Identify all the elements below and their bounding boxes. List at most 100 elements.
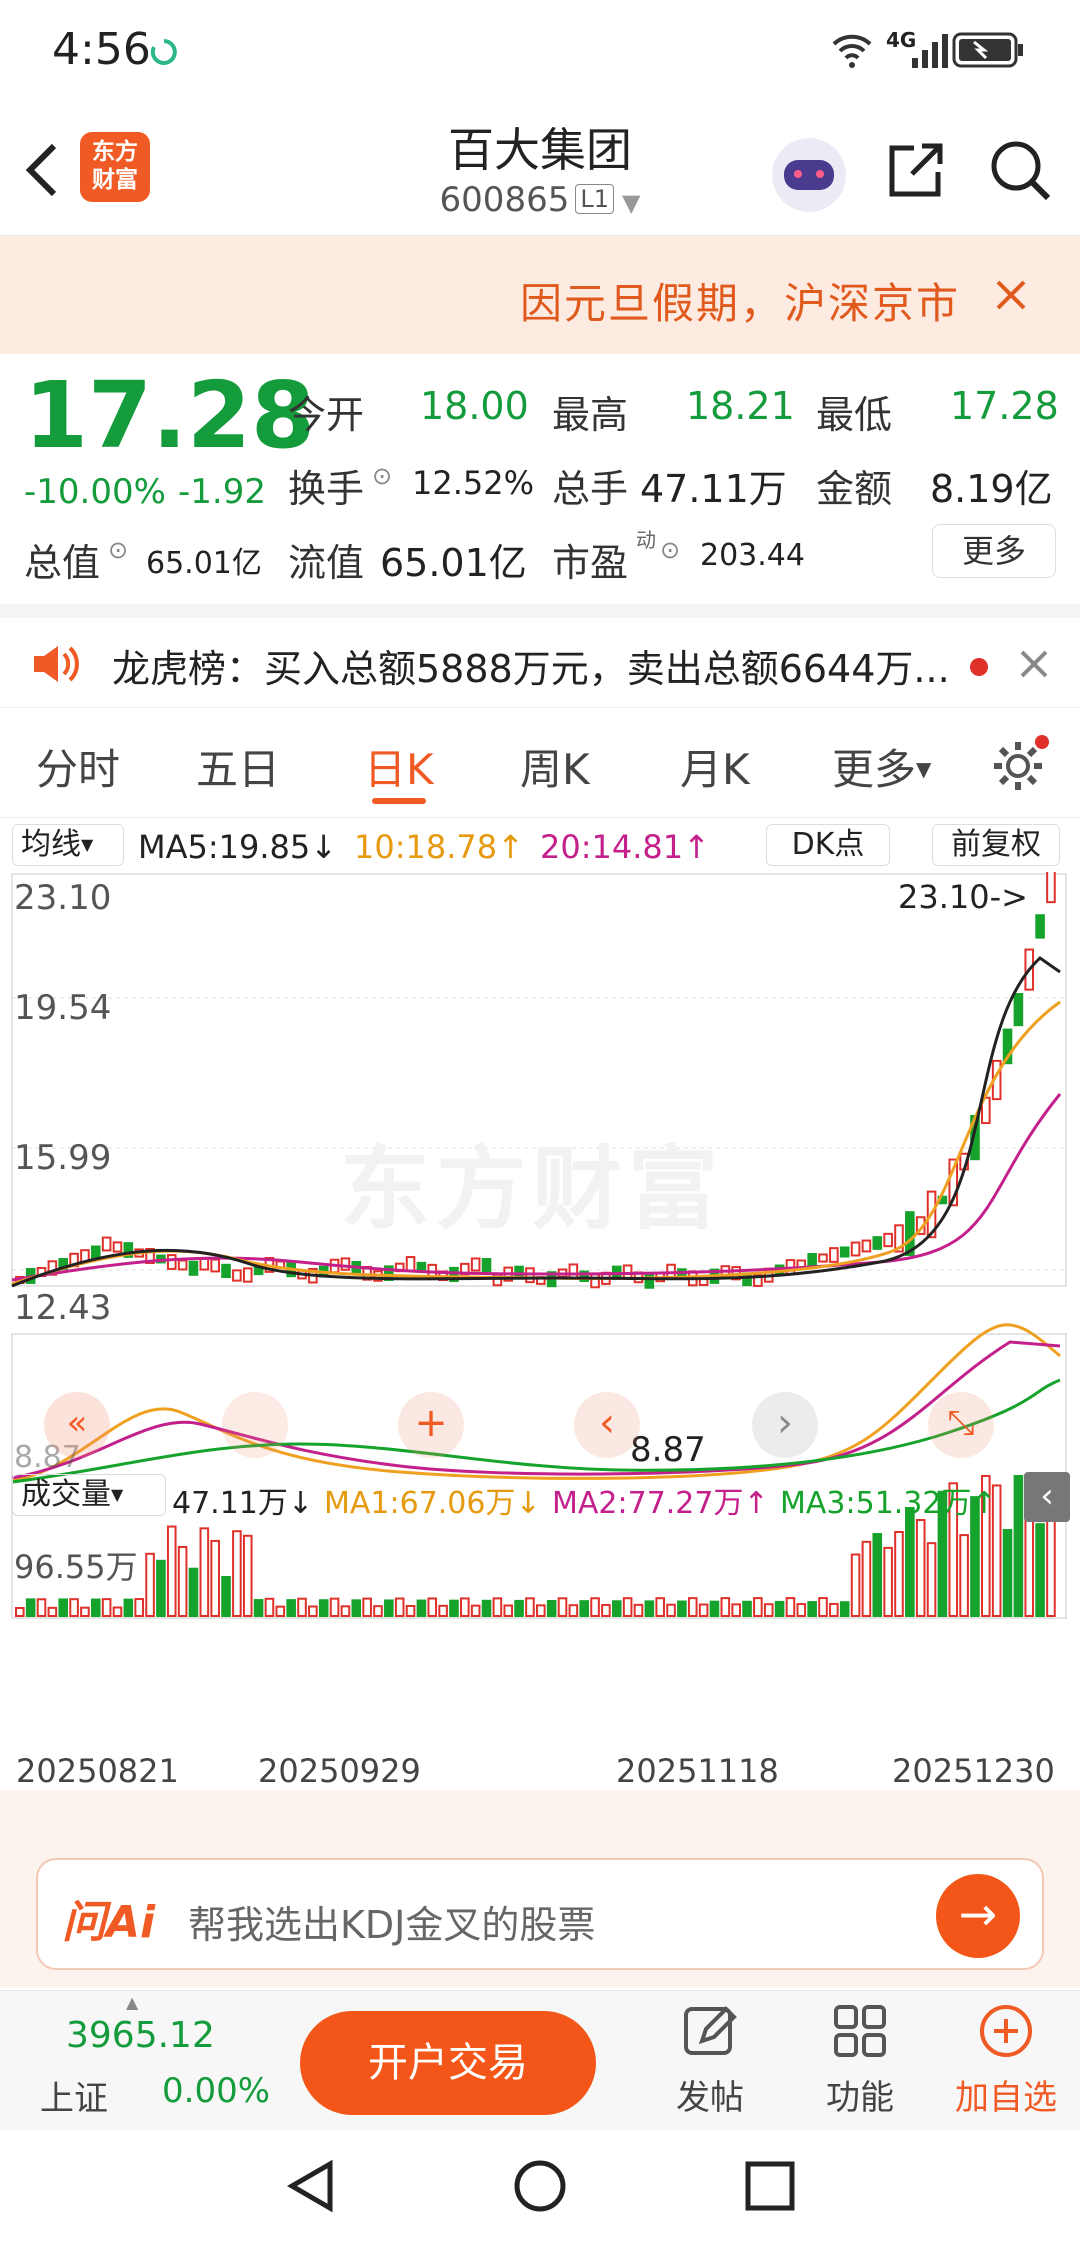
ai-submit-arrow-icon[interactable]: →: [936, 1874, 1020, 1958]
volume-bar: [536, 1604, 546, 1617]
adjust-button[interactable]: 前复权: [932, 824, 1060, 866]
turnover-label: 换手: [288, 467, 365, 511]
date-axis-label: 20251230: [892, 1752, 1055, 1790]
turnover-value: 12.52%: [412, 464, 535, 502]
candle: [210, 1258, 220, 1273]
close-icon[interactable]: [1018, 648, 1050, 680]
holiday-notice-banner[interactable]: 因元旦假期，沪深京市场: [0, 236, 1080, 354]
index-value[interactable]: 3965.12: [66, 2015, 215, 2056]
volume-bar: [579, 1600, 590, 1618]
wifi-icon: [832, 34, 872, 68]
volume-bar: [959, 1534, 969, 1617]
candle: [622, 1264, 633, 1279]
tab-more[interactable]: 更多▼: [832, 736, 931, 797]
volume-bar: [25, 1598, 36, 1618]
volume-bar: [188, 1567, 199, 1618]
function-button[interactable]: 功能: [790, 2001, 930, 2119]
expand-up-icon[interactable]: ▲: [126, 1993, 138, 2012]
post-button[interactable]: 发帖: [640, 2001, 780, 2119]
stock-header: 东方 财富 百大集团 600865 L1 ▼: [0, 100, 1080, 236]
info-icon[interactable]: ⊙: [372, 462, 392, 490]
volume-label: 总手: [552, 467, 629, 511]
tab-daily-k[interactable]: 日K: [364, 736, 434, 797]
volume-bar: [894, 1531, 904, 1617]
scroll-left-button[interactable]: ‹: [574, 1392, 640, 1458]
tab-intraday[interactable]: 分时: [36, 736, 120, 797]
unread-dot: [970, 658, 988, 676]
volume-bar: [47, 1606, 58, 1617]
fullscreen-button[interactable]: ⤡: [928, 1392, 994, 1458]
close-icon[interactable]: [994, 278, 1028, 312]
volume-bar: [492, 1597, 503, 1618]
volume-bar: [416, 1599, 427, 1618]
collapse-panel-button[interactable]: ‹: [1024, 1472, 1070, 1522]
vol-ma1: MA1:67.06万↓: [324, 1486, 541, 1521]
candle: [590, 1273, 600, 1289]
candle: [405, 1256, 416, 1273]
volume-bar: [340, 1605, 351, 1617]
volume-bar: [655, 1597, 665, 1617]
nav-back-icon[interactable]: [284, 2158, 340, 2214]
share-icon[interactable]: [884, 138, 948, 202]
volume-bar: [1013, 1475, 1024, 1617]
volume-bar: [709, 1600, 720, 1617]
dk-point-button[interactable]: DK点: [766, 824, 890, 866]
volume-bar: [720, 1597, 731, 1618]
ai-placeholder: 帮我选出KDJ金叉的股票: [188, 1903, 596, 1947]
volume-bar: [232, 1530, 242, 1617]
system-navigation-bar: [0, 2130, 1080, 2244]
assistant-avatar[interactable]: [772, 138, 846, 212]
price-axis-tick: 19.54: [14, 988, 112, 1028]
volume-bar: [883, 1546, 893, 1617]
banner-text: 因元旦假期，沪深京市场: [520, 279, 960, 328]
kline-svg: [11, 872, 1067, 1619]
tab-weekly-k[interactable]: 周K: [520, 736, 590, 797]
sync-icon: [150, 39, 177, 65]
nav-recents-icon[interactable]: [742, 2158, 798, 2214]
tab-monthly-k[interactable]: 月K: [680, 736, 750, 797]
min-price-marker: 8.87: [630, 1430, 706, 1470]
search-icon[interactable]: [986, 136, 1056, 206]
candle: [199, 1257, 210, 1271]
add-watchlist-button[interactable]: 加自选: [936, 2001, 1076, 2119]
nav-home-icon[interactable]: [512, 2158, 568, 2214]
volume-bar: [69, 1598, 79, 1618]
ma10-value: 10:18.78↑: [354, 828, 524, 866]
ai-search-bar[interactable]: 问Ai 帮我选出KDJ金叉的股票 →: [36, 1858, 1044, 1970]
volume-bar: [1035, 1523, 1045, 1617]
volume-bar: [818, 1597, 828, 1617]
volume-bar: [546, 1600, 557, 1618]
kline-chart-area[interactable]: 均线▼ MA5:19.85↓ 10:18.78↑ 20:14.81↑ DK点 前…: [0, 818, 1080, 1790]
zoom-in-button[interactable]: +: [398, 1392, 464, 1458]
candle: [221, 1263, 231, 1278]
volume-indicator-select[interactable]: 成交量▼: [12, 1474, 166, 1516]
dragon-tiger-notice[interactable]: 龙虎榜：买入总额5888万元，卖出总额6644万...: [0, 618, 1080, 708]
current-price: 17.28: [24, 362, 316, 469]
volume-value: 47.11万: [640, 467, 787, 511]
status-bar: 4:56 4G: [0, 0, 1080, 100]
mktcap-value: 65.01亿: [146, 546, 262, 581]
open-account-trade-button[interactable]: 开户交易: [300, 2011, 596, 2115]
function-label: 功能: [826, 2078, 894, 2118]
volume-bar: [557, 1597, 568, 1617]
candle: [829, 1247, 839, 1263]
volume-bar: [677, 1600, 687, 1618]
zoom-out-button[interactable]: [222, 1392, 288, 1458]
tab-five-day[interactable]: 五日: [196, 736, 280, 797]
volume-bar: [210, 1539, 220, 1617]
more-button[interactable]: 更多: [932, 524, 1056, 578]
scroll-left-fast-button[interactable]: «: [44, 1392, 110, 1458]
volume-bar: [264, 1597, 275, 1617]
volume-bar: [861, 1540, 872, 1618]
volume-bar: [687, 1597, 698, 1618]
volume-bar: [763, 1603, 774, 1618]
volume-bar: [601, 1604, 611, 1617]
indicator-select[interactable]: 均线▼: [12, 824, 124, 866]
candle: [883, 1232, 893, 1248]
info-icon[interactable]: ⊙: [108, 536, 128, 564]
settings-gear-icon[interactable]: [988, 732, 1052, 796]
scroll-right-button[interactable]: ›: [752, 1392, 818, 1458]
index-change: 0.00%: [162, 2071, 271, 2111]
volume-bar: [568, 1604, 579, 1618]
info-icon[interactable]: ⊙: [660, 536, 680, 564]
